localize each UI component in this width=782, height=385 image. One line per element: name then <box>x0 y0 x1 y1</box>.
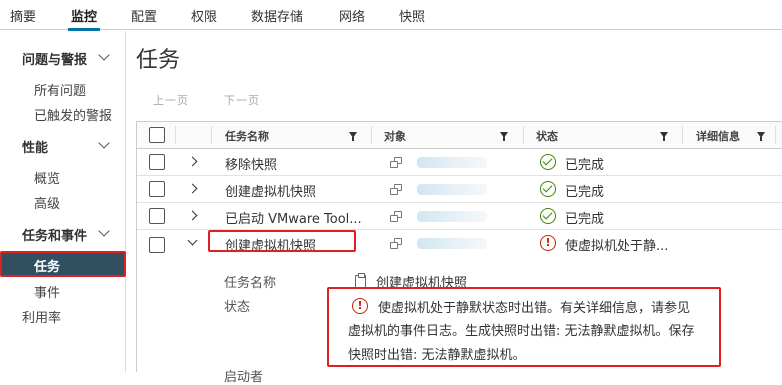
column-header-object[interactable]: 对象 <box>384 128 406 144</box>
sidebar-item-advanced[interactable]: 高级 <box>34 193 60 212</box>
column-divider <box>371 126 372 144</box>
task-status: 已完成 <box>565 212 605 227</box>
tab-monitor[interactable]: 监控 <box>67 0 101 31</box>
row-checkbox[interactable] <box>149 154 165 170</box>
sidebar-section-issues[interactable]: 问题与警报 <box>22 49 87 68</box>
table-row[interactable]: 移除快照 已完成 <box>137 149 782 176</box>
filter-icon[interactable] <box>660 132 668 141</box>
column-divider <box>211 126 212 144</box>
sidebar-item-events[interactable]: 事件 <box>34 282 60 301</box>
detail-name-label: 任务名称 <box>224 276 277 291</box>
table-row[interactable]: 已启动 VMware Tool... 已完成 <box>137 203 782 230</box>
column-divider <box>175 126 176 144</box>
filter-icon[interactable] <box>500 132 508 141</box>
error-message-line: 使虚拟机处于静默状态时出错。有关详细信息，请参见 <box>378 301 691 316</box>
filter-icon[interactable] <box>349 132 357 141</box>
tab-summary[interactable]: 摘要 <box>10 0 36 30</box>
object-name-redacted[interactable] <box>417 184 487 195</box>
column-header-task-name[interactable]: 任务名称 <box>225 128 269 144</box>
page-title: 任务 <box>136 48 181 73</box>
filter-icon[interactable] <box>757 132 765 141</box>
sidebar-section-tasks-events[interactable]: 任务和事件 <box>22 225 87 244</box>
check-circle-icon <box>540 181 556 197</box>
task-status: 已完成 <box>565 185 605 200</box>
object-name-redacted[interactable] <box>417 157 487 168</box>
task-name[interactable]: 已启动 VMware Tool... <box>225 208 362 227</box>
column-header-status[interactable]: 状态 <box>536 128 558 144</box>
sidebar-item-triggered-alarms[interactable]: 已触发的警报 <box>34 105 112 124</box>
top-tabs: 摘要 监控 配置 权限 数据存储 网络 快照 <box>0 0 782 31</box>
row-checkbox[interactable] <box>149 237 165 253</box>
prev-page-button[interactable]: 上一页 <box>153 92 189 108</box>
sidebar-item-tasks[interactable]: 任务 <box>0 251 126 277</box>
chevron-right-icon[interactable] <box>187 210 198 221</box>
task-status: 已完成 <box>565 158 605 173</box>
next-page-button[interactable]: 下一页 <box>224 92 260 108</box>
tab-snapshots[interactable]: 快照 <box>399 0 425 30</box>
chevron-down-icon[interactable] <box>98 225 110 237</box>
tab-datastores[interactable]: 数据存储 <box>251 0 303 30</box>
chevron-down-icon[interactable] <box>98 49 110 61</box>
task-status: 使虚拟机处于静... <box>565 239 669 254</box>
task-name[interactable]: 创建虚拟机快照 <box>225 181 316 200</box>
column-divider <box>682 126 683 144</box>
chevron-down-icon[interactable] <box>187 235 198 246</box>
sidebar-item-overview[interactable]: 概览 <box>34 168 60 187</box>
vm-icon <box>390 211 403 223</box>
row-checkbox[interactable] <box>149 181 165 197</box>
chevron-right-icon[interactable] <box>187 156 198 167</box>
table-row[interactable]: 创建虚拟机快照 已完成 <box>137 176 782 203</box>
tab-networks[interactable]: 网络 <box>339 0 365 30</box>
chevron-right-icon[interactable] <box>187 183 198 194</box>
sidebar-item-utilization[interactable]: 利用率 <box>22 307 61 326</box>
vm-icon <box>390 184 403 196</box>
exclamation-circle-icon: ! <box>352 298 368 314</box>
check-circle-icon <box>540 208 556 224</box>
table-header: 任务名称 对象 状态 详细信息 <box>137 122 782 149</box>
column-divider <box>775 126 776 144</box>
error-message-box: ! 使虚拟机处于静默状态时出错。有关详细信息，请参见 虚拟机的事件日志。生成快照… <box>327 287 721 367</box>
error-message-line: 虚拟机的事件日志。生成快照时出错: 无法静默虚拟机。保存 <box>348 324 695 339</box>
detail-status-label: 状态 <box>224 300 251 315</box>
object-name-redacted[interactable] <box>417 238 487 249</box>
highlight-box <box>208 230 356 252</box>
sidebar-item-all-issues[interactable]: 所有问题 <box>34 80 86 99</box>
sidebar-item-label: 任务 <box>34 260 61 275</box>
sidebar: 问题与警报 所有问题 已触发的警报 性能 概览 高级 任务和事件 任务 事件 利… <box>0 31 126 372</box>
column-divider <box>523 126 524 144</box>
column-header-details[interactable]: 详细信息 <box>696 128 740 144</box>
tab-permissions[interactable]: 权限 <box>191 0 217 30</box>
row-checkbox[interactable] <box>149 208 165 224</box>
check-circle-icon <box>540 154 556 170</box>
chevron-down-icon[interactable] <box>98 137 110 149</box>
task-name[interactable]: 移除快照 <box>225 154 277 173</box>
select-all-checkbox[interactable] <box>149 127 165 143</box>
vm-icon <box>390 238 403 250</box>
detail-initiator-label: 启动者 <box>224 370 264 385</box>
exclamation-circle-icon: ! <box>540 235 556 251</box>
tab-configure[interactable]: 配置 <box>131 0 157 30</box>
error-message-line: 快照时出错: 无法静默虚拟机。 <box>348 348 526 363</box>
sidebar-section-performance[interactable]: 性能 <box>22 137 48 156</box>
vm-icon <box>390 157 403 169</box>
object-name-redacted[interactable] <box>417 211 487 222</box>
